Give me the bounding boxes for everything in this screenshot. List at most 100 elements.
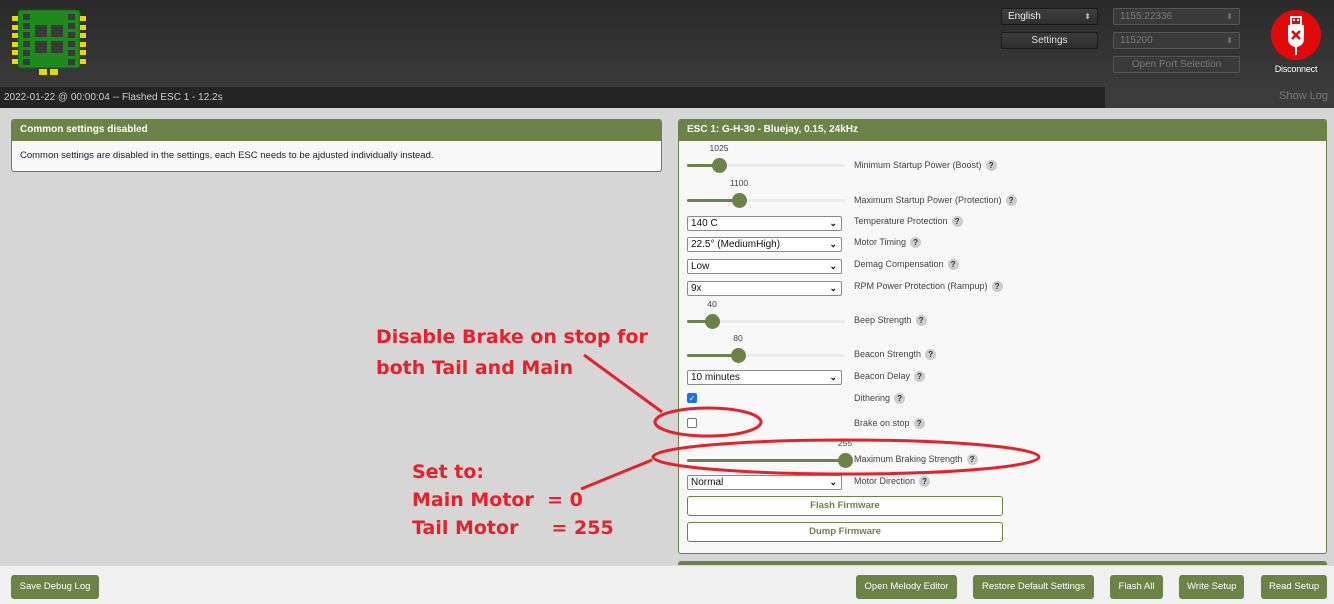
help-icon[interactable]: ? [915,315,927,327]
log-text: 2022-01-22 @ 00:00:04 -- Flashed ESC 1 -… [4,92,223,103]
slider-thumb[interactable] [838,453,853,468]
setting-label: Demag Compensation? [854,259,959,271]
help-icon[interactable]: ? [913,418,925,430]
annotation-line: both Tail and Main [376,357,574,379]
slider-thumb[interactable] [731,348,746,363]
flash-firmware-button[interactable]: Flash Firmware [687,496,1003,516]
restore-default-settings-button[interactable]: Restore Default Settings [973,575,1094,599]
setting-max-braking-strength: 255 Maximum Braking Strength? [687,438,1326,472]
open-melody-editor-button[interactable]: Open Melody Editor [856,575,957,599]
spinner-arrows-icon: ⬍ [1084,12,1091,21]
brake-annotation: Disable Brake on stop for both Tail and … [376,322,648,384]
help-icon[interactable]: ? [985,160,997,172]
setting-label: Maximum Braking Strength? [854,454,978,466]
panel-message: Common settings are disabled in the sett… [20,150,434,161]
setting-label: Motor Timing? [854,237,922,249]
chevron-down-icon: ⌄ [829,239,837,249]
annotation-line: Set to: [412,461,485,483]
brake-on-stop-checkbox[interactable] [687,418,697,428]
write-setup-button[interactable]: Write Setup [1179,575,1244,599]
common-settings-panel: Common settings disabled Common settings… [11,119,662,172]
footer-toolbar: Save Debug Log Open Melody Editor Restor… [0,565,1334,604]
max-startup-power-slider[interactable]: 1100 [687,178,845,208]
annotation-line: Main Motor = 0 [412,489,583,511]
slider-thumb[interactable] [732,193,747,208]
chevron-down-icon: ⌄ [829,261,837,271]
setting-min-startup-power: 1025 Minimum Startup Power (Boost)? [687,143,1326,177]
setting-rpm-power-protection: 9x ⌄ RPM Power Protection (Rampup)? [687,281,1326,301]
setting-temperature-protection: 140 C ⌄ Temperature Protection? [687,216,1326,236]
help-icon[interactable]: ? [894,393,906,405]
help-icon[interactable]: ? [910,237,922,249]
rpm-power-protection-select[interactable]: 9x ⌄ [687,281,842,296]
demag-compensation-select[interactable]: Low ⌄ [687,259,842,274]
setting-beep-strength: 40 Beep Strength? [687,299,1326,333]
slider-value: 1100 [729,178,749,188]
help-icon[interactable]: ? [951,216,963,228]
usb-disconnect-icon [1271,10,1321,60]
beacon-strength-slider[interactable]: 80 [687,333,845,363]
setting-beacon-strength: 80 Beacon Strength? [687,333,1326,367]
spinner-arrows-icon: ⬍ [1226,12,1233,21]
header: English ⬍ Settings 1155:22336 ⬍ 115200 ⬍… [0,0,1334,87]
language-select[interactable]: English ⬍ [1001,8,1098,25]
temperature-protection-select[interactable]: 140 C ⌄ [687,216,842,231]
show-log-button[interactable]: Show Log [1105,87,1334,108]
baud-select-value: 115200 [1120,35,1153,46]
setting-label: Motor Direction? [854,476,931,488]
flash-all-button[interactable]: Flash All [1110,575,1163,599]
setting-label: Brake on stop? [854,418,925,430]
annotation-line: Disable Brake on stop for [376,326,648,348]
slider-value: 1025 [709,143,729,153]
setting-demag-compensation: Low ⌄ Demag Compensation? [687,259,1326,279]
chevron-down-icon: ⌄ [829,218,837,228]
save-debug-log-button[interactable]: Save Debug Log [11,575,99,599]
language-select-value: English [1008,11,1041,22]
port-select-value: 1155:22336 [1120,11,1173,22]
max-braking-strength-slider[interactable]: 255 [687,438,853,468]
chevron-down-icon: ⌄ [829,372,837,382]
baud-select[interactable]: 115200 ⬍ [1113,32,1240,49]
help-icon[interactable]: ? [919,476,931,488]
slider-value: 40 [707,299,717,309]
setting-label: Beacon Delay? [854,371,926,383]
settings-button[interactable]: Settings [1001,32,1098,49]
setting-beacon-delay: 10 minutes ⌄ Beacon Delay? [687,370,1326,390]
help-icon[interactable]: ? [966,454,978,466]
setting-motor-timing: 22.5° (MediumHigh) ⌄ Motor Timing? [687,237,1326,257]
log-bar: 2022-01-22 @ 00:00:04 -- Flashed ESC 1 -… [0,87,1334,108]
setting-label: Temperature Protection? [854,216,963,228]
disconnect-label: Disconnect [1274,64,1318,74]
panel-title: ESC 1: G-H-30 - Bluejay, 0.15, 24kHz [679,120,1326,141]
panel-title: Common settings disabled [12,120,661,141]
open-port-selection-button[interactable]: Open Port Selection [1113,56,1240,73]
motor-timing-select[interactable]: 22.5° (MediumHigh) ⌄ [687,237,842,252]
beacon-delay-select[interactable]: 10 minutes ⌄ [687,370,842,385]
help-icon[interactable]: ? [914,371,926,383]
setting-label: RPM Power Protection (Rampup)? [854,281,1003,293]
read-setup-button[interactable]: Read Setup [1261,575,1327,599]
help-icon[interactable]: ? [925,349,937,361]
help-icon[interactable]: ? [947,259,959,271]
min-startup-power-slider[interactable]: 1025 [687,143,845,173]
disconnect-button[interactable]: Disconnect [1268,10,1324,76]
annotation-line: Tail Motor = 255 [412,517,614,539]
esc-settings-panel: ESC 1: G-H-30 - Bluejay, 0.15, 24kHz 102… [678,119,1327,554]
slider-value: 255 [837,438,853,448]
setting-label: Beacon Strength? [854,349,937,361]
setting-label: Minimum Startup Power (Boost)? [854,160,997,172]
dump-firmware-button[interactable]: Dump Firmware [687,522,1003,542]
setting-motor-direction: Normal ⌄ Motor Direction? [687,475,1326,495]
setting-label: Maximum Startup Power (Protection)? [854,195,1017,207]
setting-max-startup-power: 1100 Maximum Startup Power (Protection)? [687,178,1326,212]
spinner-arrows-icon: ⬍ [1226,36,1233,45]
dithering-checkbox[interactable]: ✓ [687,393,697,403]
port-select[interactable]: 1155:22336 ⬍ [1113,8,1240,25]
motor-direction-select[interactable]: Normal ⌄ [687,475,842,490]
slider-thumb[interactable] [712,158,727,173]
beep-strength-slider[interactable]: 40 [687,299,845,329]
slider-thumb[interactable] [705,314,720,329]
help-icon[interactable]: ? [991,281,1003,293]
help-icon[interactable]: ? [1005,195,1017,207]
setting-dithering: ✓ Dithering? [687,392,1326,412]
